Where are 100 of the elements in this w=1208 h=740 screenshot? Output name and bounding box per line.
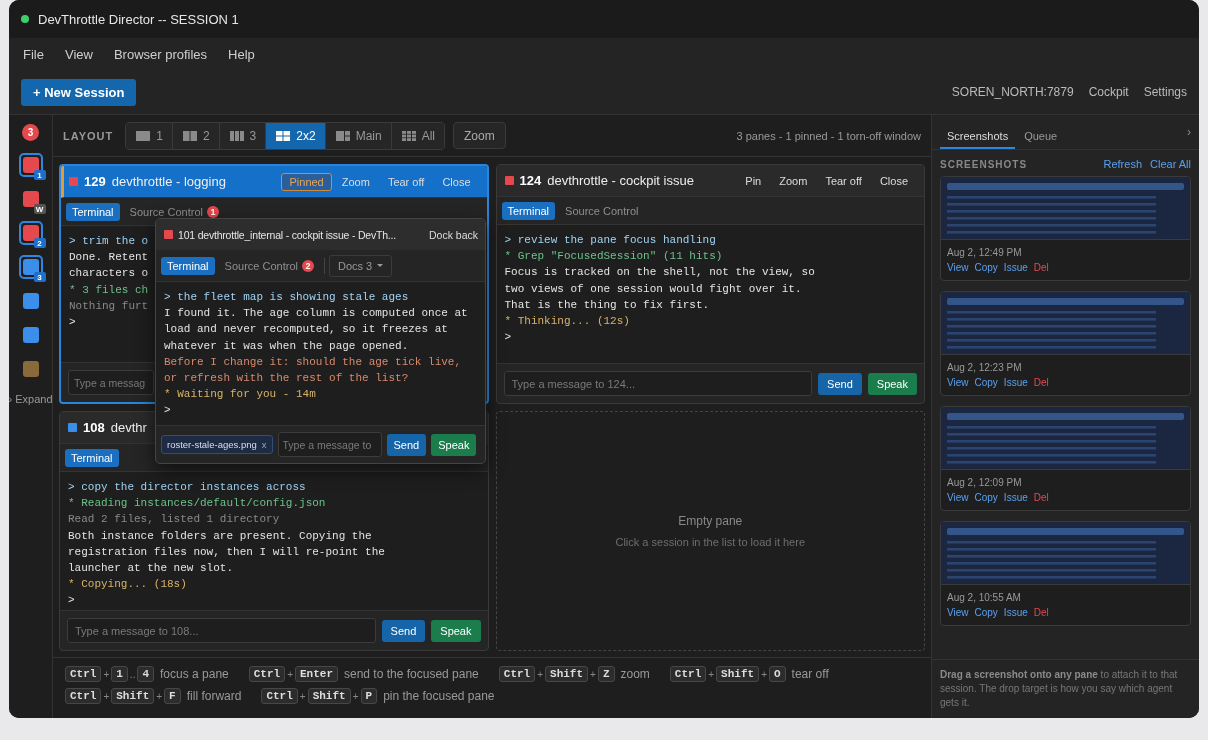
screenshot-action[interactable]: View <box>947 377 969 388</box>
key-separator: + <box>103 668 110 680</box>
screenshot-action[interactable]: Copy <box>974 607 998 618</box>
toolbar-link[interactable]: Settings <box>1143 85 1187 99</box>
pane-action[interactable]: Pin <box>737 171 770 190</box>
terminal-line: That is the thing to fix first. <box>504 297 710 313</box>
drag-hint: Drag a screenshot onto any pane to attach it to that session. The drop target is how you say which agent gets it. <box>932 659 1199 718</box>
new-session-button[interactable]: + New Session <box>21 78 137 106</box>
screenshot-time: Aug 2, 12:23 PM <box>946 361 1023 375</box>
layout-option[interactable]: 3 <box>219 122 267 149</box>
side-tab[interactable]: Screenshots <box>940 126 1016 149</box>
screenshot-action[interactable]: Issue <box>1003 377 1028 388</box>
key-cap: Shift <box>545 666 589 682</box>
screenshot-action[interactable]: Del <box>1033 607 1049 618</box>
pane-tab[interactable]: Terminal <box>66 202 120 221</box>
message-field[interactable]: Type a message to 124... <box>503 371 813 396</box>
session-number: 129 <box>84 174 106 189</box>
layout-option[interactable]: All <box>391 122 444 149</box>
layout-option[interactable]: 1 <box>126 122 173 149</box>
speak-button[interactable]: Speak <box>431 619 481 642</box>
key-separator: + <box>708 668 715 680</box>
zoom-button[interactable]: Zoom <box>453 122 506 149</box>
screenshot-action[interactable]: Del <box>1033 377 1049 388</box>
panel-link[interactable]: Clear All <box>1150 158 1191 170</box>
nine-grid-icon <box>400 129 417 142</box>
screenshot-action[interactable]: Copy <box>974 377 998 388</box>
pane-tab[interactable]: Source Control 2 <box>218 256 320 275</box>
pane-tab[interactable]: Source Control <box>559 201 645 220</box>
screenshot-action[interactable]: View <box>947 607 969 618</box>
dock-back-button[interactable]: Dock back <box>423 225 483 244</box>
layout-option[interactable]: 2x2 <box>266 122 326 149</box>
layout-option[interactable]: 2 <box>172 122 220 149</box>
three-column-icon <box>228 129 245 142</box>
expand-link[interactable]: › Expand <box>9 393 53 405</box>
screenshot-action[interactable]: Copy <box>974 492 998 503</box>
screenshot-action[interactable]: View <box>947 262 969 273</box>
screenshot-action[interactable]: Del <box>1033 492 1049 503</box>
message-field[interactable]: Type a message to 108... <box>67 618 376 643</box>
key-cap: 1 <box>111 666 128 682</box>
panel-link[interactable]: Refresh <box>1103 158 1143 170</box>
session-tile[interactable]: 1 <box>18 153 43 177</box>
pane-title: devthr <box>110 420 147 435</box>
layout-option[interactable]: Main <box>325 122 392 149</box>
side-tab[interactable]: Queue <box>1017 126 1065 149</box>
shortcut-label: focus a pane <box>160 667 229 681</box>
docs-dropdown[interactable]: Docs 3 <box>328 254 393 277</box>
key-cap: Ctrl <box>498 666 536 682</box>
pane-action[interactable]: Pinned <box>281 172 332 191</box>
session-tile[interactable]: W <box>18 187 43 211</box>
screenshot-time: Aug 2, 12:49 PM <box>946 246 1023 260</box>
screenshot-action[interactable]: Del <box>1033 262 1049 273</box>
key-cap: Ctrl <box>261 688 298 704</box>
menu-item[interactable]: File <box>23 46 44 62</box>
send-button[interactable]: Send <box>818 372 862 395</box>
screenshot-action[interactable]: Issue <box>1003 607 1028 618</box>
shortcut-label: pin the focused pane <box>383 689 495 703</box>
remove-attachment-button[interactable]: x <box>261 439 267 450</box>
menu-item[interactable]: View <box>64 46 93 62</box>
session-number: 108 <box>83 420 105 435</box>
empty-pane[interactable]: Empty pane Click a session in the list to load it here <box>495 411 925 651</box>
terminal-line: > <box>68 593 75 609</box>
menu-item[interactable]: Browser profiles <box>113 46 208 62</box>
key-cap: Ctrl <box>65 666 102 682</box>
key-cap: Shift <box>307 688 351 704</box>
session-tile[interactable]: 2 <box>18 221 43 245</box>
shortcut-label: tear off <box>791 667 829 681</box>
pane-tab[interactable]: Terminal <box>501 201 556 220</box>
key-cap: F <box>164 688 181 704</box>
terminal-line: * Thinking... (12s) <box>504 314 630 329</box>
pane-action[interactable]: Tear off <box>379 172 433 191</box>
message-field[interactable]: Type a messag <box>68 370 154 395</box>
send-button[interactable]: Send <box>381 619 426 642</box>
torn-off-title: 101 devthrottle_internal - cockpit issue - DevTh... <box>178 228 396 241</box>
collapse-button[interactable]: › <box>1187 125 1191 139</box>
speak-button[interactable]: Speak <box>867 372 917 395</box>
screenshot-action[interactable]: Copy <box>974 262 998 273</box>
terminal-line: I found it. The age column is computed once at <box>164 306 468 322</box>
pane-action[interactable]: Tear off <box>817 171 870 190</box>
key-separator: + <box>537 668 544 680</box>
message-field[interactable]: Type a message to <box>277 432 382 457</box>
menu-item[interactable]: Help <box>228 46 255 62</box>
alert-count-badge: 3 <box>22 124 39 141</box>
screenshot-action[interactable]: View <box>947 492 969 503</box>
key-cap: Shift <box>111 688 155 704</box>
speak-button[interactable]: Speak <box>431 433 477 456</box>
pane-action[interactable]: Zoom <box>333 172 378 191</box>
pane-tab[interactable]: Terminal <box>161 256 215 275</box>
terminal-line: launcher at the new slot. <box>68 561 234 576</box>
toolbar-link[interactable]: Cockpit <box>1088 85 1129 99</box>
session-tile[interactable]: 3 <box>18 255 43 279</box>
pane-action[interactable]: Close <box>434 172 479 191</box>
pane-tab[interactable]: Terminal <box>65 448 119 467</box>
pane-action[interactable]: Zoom <box>771 171 816 190</box>
pane-action[interactable]: Close <box>871 171 916 190</box>
session-badge: 1 <box>33 170 46 180</box>
screenshot-action[interactable]: Issue <box>1003 262 1028 273</box>
send-button[interactable]: Send <box>386 433 427 456</box>
key-cap: Shift <box>716 666 760 682</box>
screenshot-action[interactable]: Issue <box>1003 492 1028 503</box>
key-separator: + <box>299 690 306 702</box>
